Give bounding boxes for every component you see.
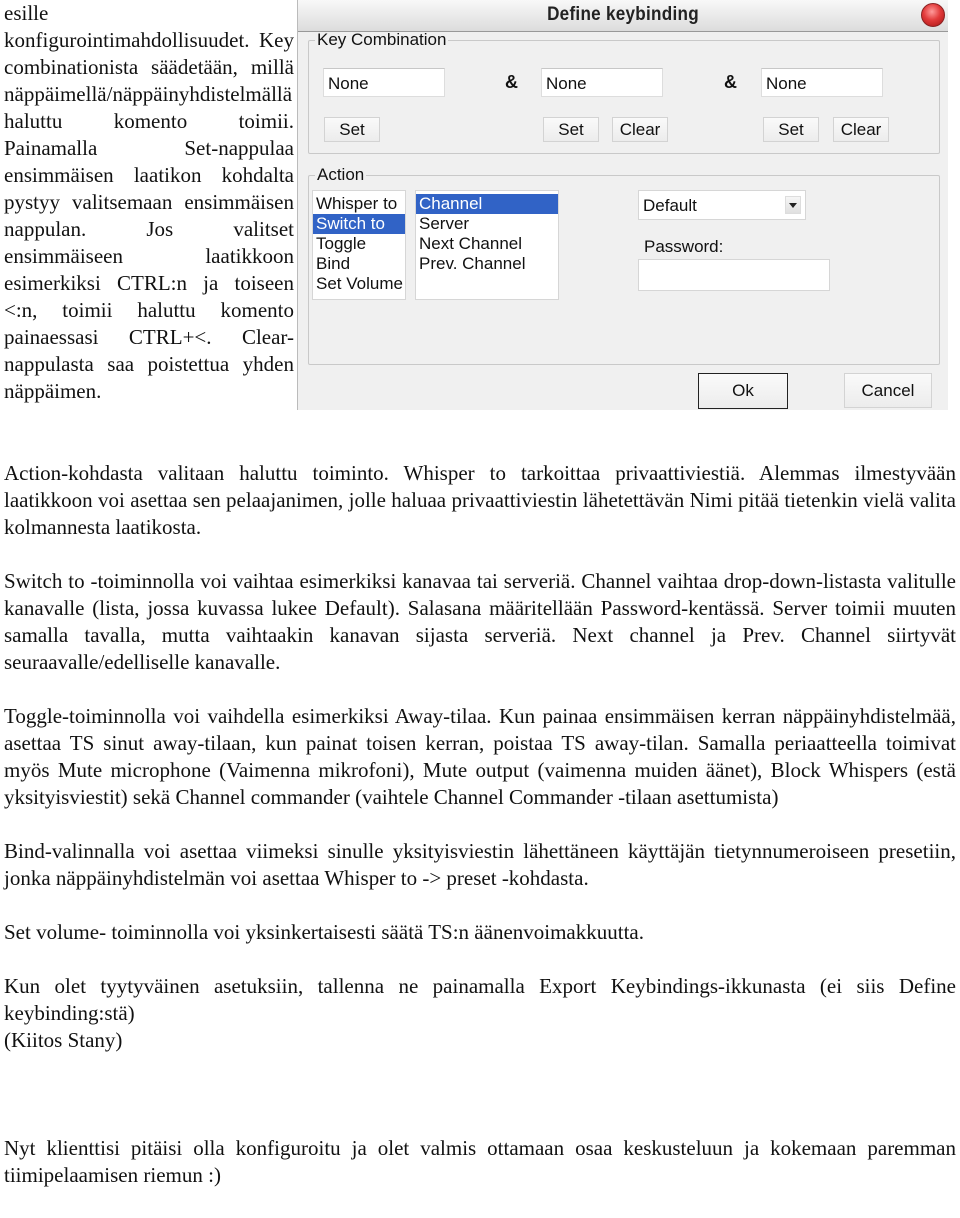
clear-button-2[interactable]: Clear: [612, 117, 668, 142]
password-label: Password:: [644, 237, 724, 256]
dialog-titlebar[interactable]: Define keybinding: [298, 0, 948, 32]
and-separator-1: &: [505, 72, 518, 92]
side-paragraph: esille konfigurointimahdollisuudet. Key …: [4, 0, 294, 405]
ok-button[interactable]: Ok: [698, 373, 788, 409]
side-paragraph-text: esille konfigurointimahdollisuudet. Key …: [4, 1, 294, 403]
paragraph-export: Kun olet tyytyväinen asetuksiin, tallenn…: [4, 974, 956, 1025]
cancel-button[interactable]: Cancel: [844, 373, 932, 408]
action-item-toggle[interactable]: Toggle: [313, 234, 405, 254]
set-button-1[interactable]: Set: [324, 117, 380, 142]
password-input[interactable]: [638, 259, 830, 291]
target-item-channel[interactable]: Channel: [416, 194, 558, 214]
action-list[interactable]: Whisper to Switch to Toggle Bind Set Vol…: [312, 190, 406, 300]
set-button-3[interactable]: Set: [763, 117, 819, 142]
key-field-3[interactable]: None: [761, 68, 883, 97]
chevron-down-icon[interactable]: [785, 196, 801, 214]
paragraph-bind: Bind-valinnalla voi asettaa viimeksi sin…: [4, 839, 956, 890]
paragraph-thanks: (Kiitos Stany): [4, 1028, 123, 1052]
target-item-prev-channel[interactable]: Prev. Channel: [416, 254, 558, 274]
paragraph-set-volume: Set volume- toiminnolla voi yksinkertais…: [4, 920, 644, 944]
clear-button-3[interactable]: Clear: [833, 117, 889, 142]
paragraph-toggle: Toggle-toiminnolla voi vaihdella esimerk…: [4, 704, 956, 809]
target-item-server[interactable]: Server: [416, 214, 558, 234]
paragraph-switch-to: Switch to -toiminnolla voi vaihtaa esime…: [4, 569, 956, 674]
key-field-2[interactable]: None: [541, 68, 663, 97]
target-list[interactable]: Channel Server Next Channel Prev. Channe…: [415, 190, 559, 300]
define-keybinding-dialog: Define keybinding Key Combination None &…: [297, 0, 948, 410]
channel-dropdown-value: Default: [643, 196, 697, 215]
action-item-set-volume[interactable]: Set Volume: [313, 274, 405, 294]
set-button-2[interactable]: Set: [543, 117, 599, 142]
target-item-next-channel[interactable]: Next Channel: [416, 234, 558, 254]
close-button[interactable]: [921, 3, 945, 27]
key-field-1[interactable]: None: [323, 68, 445, 97]
and-separator-2: &: [724, 72, 737, 92]
body-text: Action-kohdasta valitaan haluttu toimint…: [4, 460, 956, 1189]
channel-dropdown[interactable]: Default: [638, 190, 806, 220]
action-item-whisper-to[interactable]: Whisper to: [313, 194, 405, 214]
paragraph-conclusion: Nyt klienttisi pitäisi olla konfiguroitu…: [4, 1136, 956, 1187]
action-legend: Action: [317, 165, 365, 184]
paragraph-action: Action-kohdasta valitaan haluttu toimint…: [4, 461, 956, 539]
dialog-title: Define keybinding: [547, 4, 699, 25]
action-item-bind[interactable]: Bind: [313, 254, 405, 274]
action-item-switch-to[interactable]: Switch to: [313, 214, 405, 234]
key-combination-legend: Key Combination: [317, 30, 447, 49]
